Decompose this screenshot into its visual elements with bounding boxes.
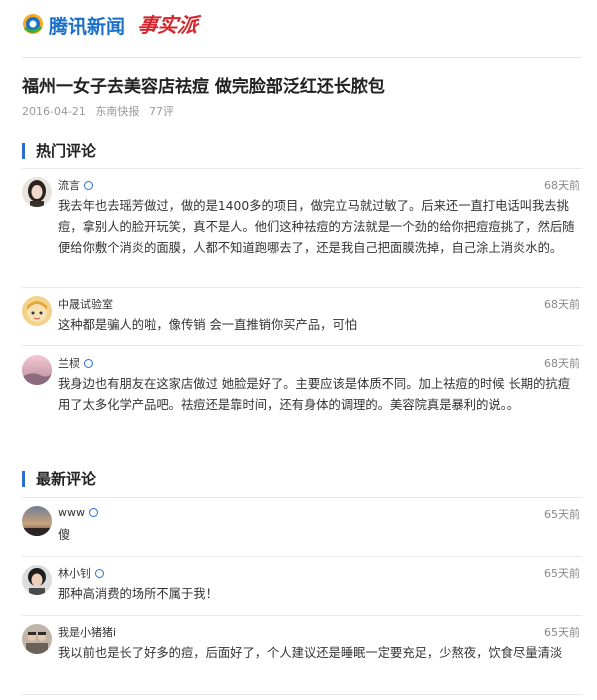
commenter-name[interactable]: www <box>58 506 98 519</box>
comment-time: 65天前 <box>544 567 580 580</box>
avatar[interactable] <box>22 565 52 595</box>
comment-text: 我身边也有朋友在这家店做过 她脸是好了。主要应该是体质不同。加上祛痘的时候 长期… <box>58 377 570 412</box>
article-date: 2016-04-21 <box>22 105 86 118</box>
column-logo-text[interactable]: 事实派 <box>136 9 200 38</box>
comment-divider <box>22 694 582 695</box>
avatar[interactable] <box>22 624 52 654</box>
verified-icon <box>84 358 93 368</box>
commenter-name[interactable]: 我是小猪猪i <box>58 624 116 640</box>
article-title: 福州一女子去美容店祛痘 做完脸部泛红还长脓包 <box>22 77 385 97</box>
article-meta: 2016-04-21 东南快报 77评 <box>22 103 180 119</box>
site-logo-text[interactable]: 腾讯新闻 <box>49 12 125 39</box>
comment-item: 我是小猪猪i 65天前 我以前也是长了好多的痘，后面好了，个人建议还是睡眠一定要… <box>22 624 582 690</box>
avatar[interactable] <box>22 506 52 536</box>
comment-divider <box>22 345 582 346</box>
verified-icon <box>95 568 104 578</box>
avatar[interactable] <box>22 355 52 385</box>
section-divider <box>22 497 582 498</box>
hot-comments-heading: 热门评论 <box>22 142 96 160</box>
verified-icon <box>84 180 93 190</box>
article-comment-count[interactable]: 77评 <box>149 105 174 118</box>
comment-text: 我以前也是长了好多的痘，后面好了，个人建议还是睡眠一定要充足，少熬夜，饮食尽量清… <box>58 646 563 660</box>
commenter-name[interactable]: 林小钊 <box>58 565 104 581</box>
latest-comments-heading: 最新评论 <box>22 470 96 488</box>
comment-time: 65天前 <box>544 508 580 521</box>
site-header: 腾讯新闻 事实派 <box>0 0 597 56</box>
comment-divider <box>22 287 582 288</box>
comment-item: 兰棂 68天前 我身边也有朋友在这家店做过 她脸是好了。主要应该是体质不同。加上… <box>22 355 582 439</box>
comment-item: www 65天前 傻 <box>22 506 582 550</box>
tencent-news-logo-icon[interactable] <box>22 13 44 35</box>
avatar[interactable] <box>22 296 52 326</box>
avatar[interactable] <box>22 177 52 207</box>
comment-text: 那种高消费的场所不属于我！ <box>58 587 218 601</box>
comment-time: 68天前 <box>544 357 580 370</box>
comment-time: 65天前 <box>544 626 580 639</box>
comment-text: 傻 <box>58 528 71 542</box>
comment-item: 中晟试验室 68天前 这种都是骗人的啦，像传销 会一直推销你买产品，可怕 <box>22 296 582 340</box>
commenter-name[interactable]: 流言 <box>58 177 93 193</box>
section-divider <box>22 168 582 169</box>
comment-item: 林小钊 65天前 那种高消费的场所不属于我！ <box>22 565 582 609</box>
article-source[interactable]: 东南快报 <box>95 105 139 118</box>
verified-icon <box>89 507 98 517</box>
comment-text: 这种都是骗人的啦，像传销 会一直推销你买产品，可怕 <box>58 318 358 332</box>
comment-item: 流言 68天前 我去年也去瑶芳做过，做的是1400多的项目，做完立马就过敏了。后… <box>22 177 582 283</box>
header-divider <box>22 57 582 58</box>
comment-text: 我去年也去瑶芳做过，做的是1400多的项目，做完立马就过敏了。后来还一直打电话叫… <box>58 199 575 255</box>
comment-divider <box>22 615 582 616</box>
comment-divider <box>22 556 582 557</box>
commenter-name[interactable]: 兰棂 <box>58 355 93 371</box>
comment-time: 68天前 <box>544 298 580 311</box>
commenter-name[interactable]: 中晟试验室 <box>58 296 113 312</box>
comment-time: 68天前 <box>544 179 580 192</box>
